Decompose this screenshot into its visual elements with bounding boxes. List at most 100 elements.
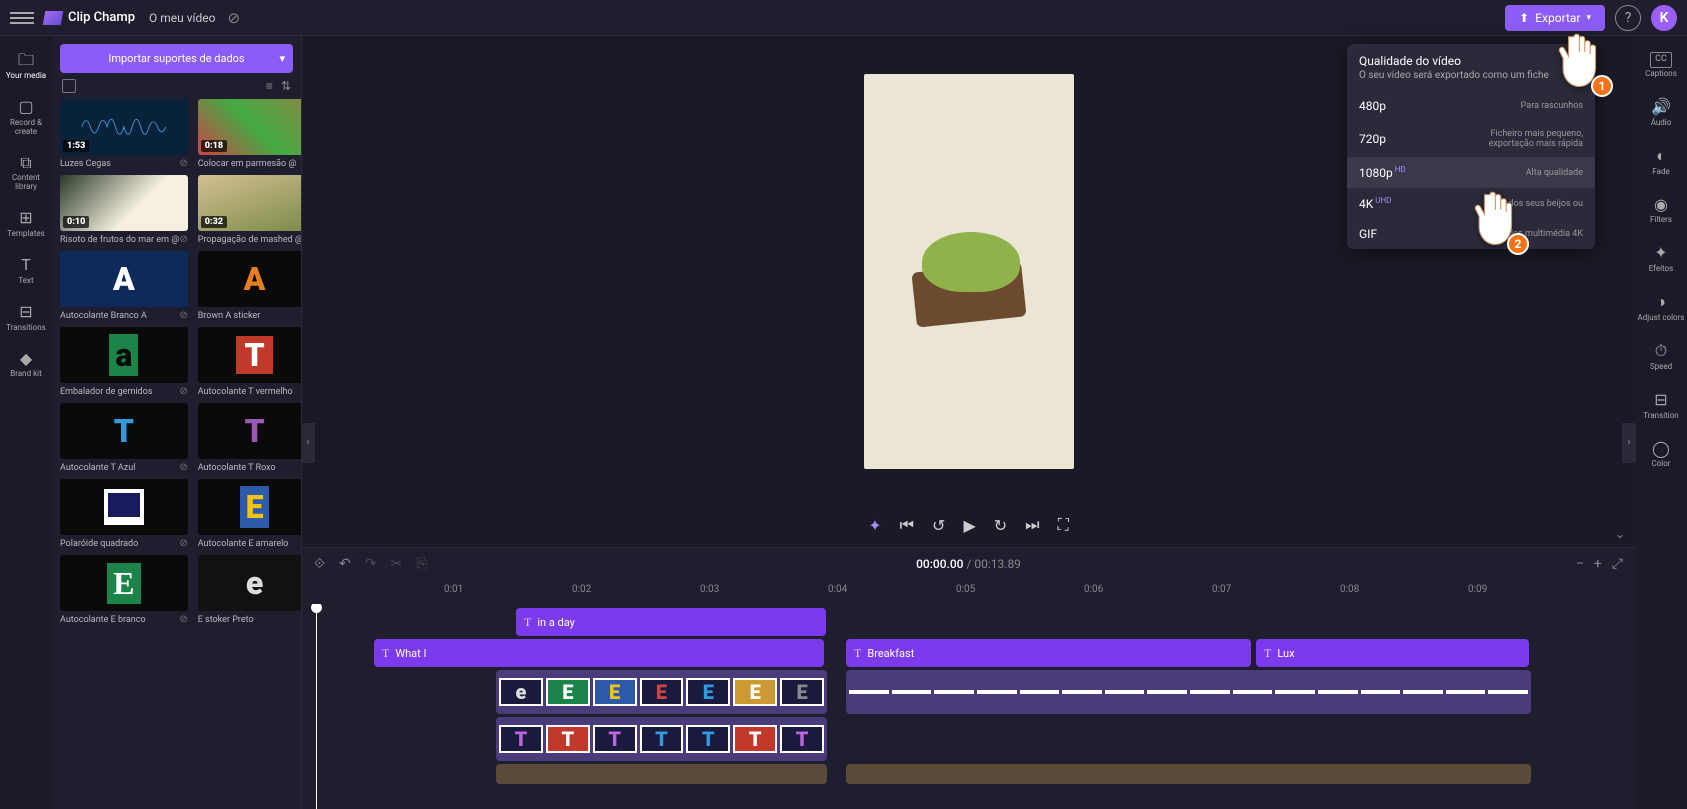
project-title[interactable]: O meu vídeo	[149, 11, 215, 25]
export-option-4K[interactable]: 4KUHDmost dos seus beijos ou	[1347, 188, 1595, 219]
media-item[interactable]: TAutocolante T Azul⊘	[60, 403, 188, 473]
export-button[interactable]: ⬆ Exportar ▾	[1505, 5, 1605, 31]
rail-transition[interactable]: ⊟Transition	[1637, 382, 1685, 429]
speaker-icon: 🔊	[1651, 97, 1671, 117]
media-item[interactable]: EAutocolante E branco⊘	[60, 555, 188, 625]
media-item[interactable]: 0:10Risoto de frutos do mar em @⊘	[60, 175, 188, 245]
filters-icon: ◉	[1651, 194, 1671, 214]
filter-icon[interactable]: ≡	[266, 79, 273, 93]
popup-subtitle: O seu vídeo será exportado como um fiche	[1359, 70, 1583, 81]
media-item[interactable]: ABrown A sticker⊘	[198, 251, 302, 321]
media-item[interactable]: 1:53Luzes Cegas⊘	[60, 99, 188, 169]
rewind-icon[interactable]: ↺	[932, 516, 945, 535]
play-icon[interactable]: ▶	[963, 516, 975, 535]
undo-icon[interactable]: ↶	[339, 556, 351, 572]
rail-color[interactable]: ◯Color	[1637, 430, 1685, 477]
playhead[interactable]	[316, 604, 317, 809]
media-panel: Importar suportes de dados ▾ ≡ ⇅ 1:53Luz…	[52, 36, 302, 809]
text-clip[interactable]: in a day	[516, 608, 826, 636]
timecode: 00:00.00 / 00:13.89	[916, 557, 1021, 571]
camera-icon: ▢	[16, 97, 36, 117]
chevron-down-icon: ▾	[1586, 13, 1591, 23]
upload-icon: ⬆	[1519, 11, 1529, 25]
text-clip[interactable]: What I	[374, 639, 824, 667]
brand-icon: ◆	[16, 348, 36, 368]
right-rail: CCCaptions 🔊Áudio ◐Fade ◉Filters ✦Efeito…	[1635, 36, 1687, 809]
timeline-tracks[interactable]: in a day What I Breakfast Lux eEEEEEE	[302, 604, 1635, 809]
export-option-GIF[interactable]: GIFsegundos multimédia 4K	[1347, 219, 1595, 249]
media-item[interactable]: EAutocolante E amarelo⊘	[198, 479, 302, 549]
video-clip[interactable]	[846, 764, 1531, 784]
help-icon[interactable]: ?	[1615, 5, 1641, 31]
export-option-720p[interactable]: 720pFicheiro mais pequeno, exportação ma…	[1347, 121, 1595, 157]
sticker-clip[interactable]	[846, 670, 1531, 714]
zoom-in-icon[interactable]: +	[1594, 556, 1602, 572]
forward-icon[interactable]: ↻	[994, 516, 1007, 535]
rail-content-library[interactable]: ⧉Content library	[2, 146, 50, 198]
export-button-label: Exportar	[1535, 11, 1580, 25]
transitions-icon: ⊟	[16, 302, 36, 322]
rail-filters[interactable]: ◉Filters	[1637, 186, 1685, 233]
import-button[interactable]: Importar suportes de dados ▾	[60, 44, 293, 73]
rail-fade[interactable]: ◐Fade	[1637, 138, 1685, 185]
text-clip[interactable]: Lux	[1256, 639, 1529, 667]
rail-text[interactable]: TText	[2, 249, 50, 292]
transition-icon: ⊟	[1651, 390, 1671, 410]
chevron-down-icon: ▾	[279, 52, 285, 65]
preview-content	[894, 212, 1044, 332]
color-icon: ◯	[1651, 438, 1671, 458]
media-item[interactable]: AAutocolante Branco A⊘	[60, 251, 188, 321]
media-item[interactable]: eE stoker Preto⊘	[198, 555, 302, 625]
left-rail: 🗀Your media ▢Record & create ⧉Content li…	[0, 36, 52, 809]
zoom-fit-icon[interactable]: ⤢	[1612, 556, 1623, 572]
rail-templates[interactable]: ⊞Templates	[2, 202, 50, 245]
rail-audio[interactable]: 🔊Áudio	[1637, 89, 1685, 136]
cut-icon[interactable]: ✂	[391, 556, 403, 572]
rail-speed[interactable]: ⏱Speed	[1637, 333, 1685, 380]
text-clip[interactable]: Breakfast	[846, 639, 1251, 667]
library-icon: ⧉	[16, 152, 36, 172]
media-item[interactable]: 0:32Propagação de mashed @⊘	[198, 175, 302, 245]
rail-effects[interactable]: ✦Efeitos	[1637, 235, 1685, 282]
timeline-ruler[interactable]: 0:010:020:030:040:050:060:070:080:09	[302, 580, 1635, 604]
media-item[interactable]: Polaróide quadrado⊘	[60, 479, 188, 549]
sort-icon[interactable]: ⇅	[281, 79, 291, 93]
export-option-480p[interactable]: 480pPara rascunhos	[1347, 91, 1595, 121]
magic-icon[interactable]: ✦	[868, 516, 881, 535]
timeline: ⟐ ↶ ↷ ✂ ⎘ 00:00.00 / 00:13.89 − + ⤢ 0:01…	[302, 547, 1635, 809]
video-clip[interactable]	[496, 764, 827, 784]
media-grid: 1:53Luzes Cegas⊘0:18Colocar em parmesão …	[60, 99, 293, 625]
menu-icon[interactable]	[10, 6, 34, 30]
rail-adjust[interactable]: ◑Adjust colors	[1637, 284, 1685, 331]
media-item[interactable]: TAutocolante T Roxo⊘	[198, 403, 302, 473]
collapse-down-icon[interactable]: ⌄	[1615, 527, 1625, 541]
top-bar: Clip Champ O meu vídeo ⊘ ⬆ Exportar ▾ ? …	[0, 0, 1687, 36]
avatar[interactable]: K	[1651, 5, 1677, 31]
skip-end-icon[interactable]: ⏭	[1025, 515, 1039, 535]
skip-start-icon[interactable]: ⏮	[900, 515, 914, 535]
rail-brand-kit[interactable]: ◆Brand kit	[2, 342, 50, 385]
copy-icon[interactable]: ⎘	[416, 556, 427, 572]
smart-icon[interactable]: ⟐	[314, 556, 325, 572]
rail-captions[interactable]: CCCaptions	[1637, 44, 1685, 87]
media-item[interactable]: 0:18Colocar em parmesão @⊘	[198, 99, 302, 169]
sticker-clip[interactable]: eEEEEEE	[496, 670, 827, 714]
zoom-out-icon[interactable]: −	[1576, 556, 1584, 572]
video-preview[interactable]	[864, 74, 1074, 469]
rail-record[interactable]: ▢Record & create	[2, 91, 50, 143]
media-tools: ≡ ⇅	[60, 73, 293, 99]
fade-icon: ◐	[1651, 146, 1671, 166]
cloud-off-icon[interactable]: ⊘	[227, 9, 240, 27]
export-option-1080p[interactable]: 1080pHDAlta qualidade	[1347, 157, 1595, 188]
fullscreen-icon[interactable]: ⛶	[1058, 515, 1069, 535]
rail-transitions[interactable]: ⊟Transitions	[2, 296, 50, 339]
rail-your-media[interactable]: 🗀Your media	[2, 44, 50, 87]
import-button-label: Importar suportes de dados	[108, 52, 244, 65]
text-icon: T	[16, 255, 36, 275]
redo-icon[interactable]: ↷	[365, 556, 377, 572]
app-name: Clip Champ	[68, 10, 135, 25]
media-item[interactable]: aEmbalador de gemidos⊘	[60, 327, 188, 397]
sticker-clip[interactable]: TTTTTTT	[496, 717, 827, 761]
media-item[interactable]: TAutocolante T vermelho⊘	[198, 327, 302, 397]
select-all-checkbox[interactable]	[62, 79, 76, 93]
